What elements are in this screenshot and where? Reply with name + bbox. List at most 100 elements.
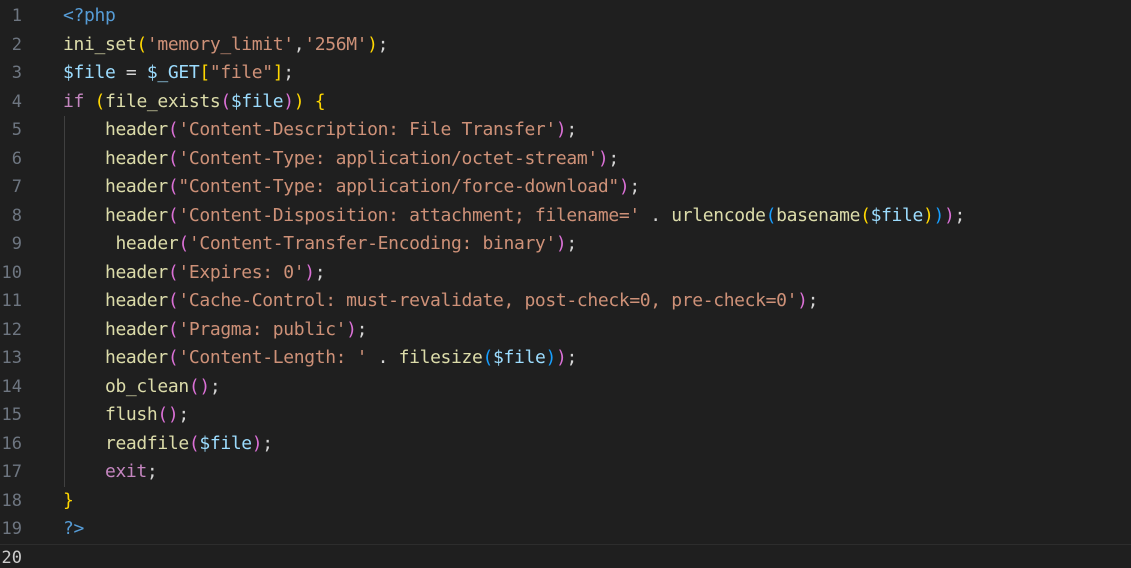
code-token: ) xyxy=(597,147,609,169)
code-token: ) xyxy=(618,176,630,197)
code-token: ; xyxy=(608,147,619,169)
code-token: header xyxy=(104,290,168,311)
code-token: '256M' xyxy=(304,33,368,55)
code-token: ; xyxy=(807,290,819,311)
code-token: ; xyxy=(314,261,326,283)
line-number: 2 xyxy=(11,34,22,55)
code-text: ?> xyxy=(63,515,84,544)
code-token: exit xyxy=(104,461,147,482)
code-token: ( xyxy=(167,290,179,311)
code-token: 'Content-Description: File Transfer' xyxy=(178,119,556,140)
code-token: ) xyxy=(167,404,179,425)
code-line[interactable]: 20 xyxy=(0,544,1131,568)
code-token: header xyxy=(115,233,179,254)
code-token: $file xyxy=(870,204,924,226)
code-line[interactable]: 12 header('Pragma: public'); xyxy=(0,316,1131,345)
code-text: <?php xyxy=(63,2,116,31)
code-token: ini_set xyxy=(63,33,137,55)
code-text: ob_clean(); xyxy=(63,373,221,402)
code-token: <?php xyxy=(63,5,116,26)
code-token: ( xyxy=(860,204,871,226)
code-token: ) xyxy=(944,204,955,226)
code-line[interactable]: 4 if (file_exists($file)) { xyxy=(0,88,1131,117)
code-token: 'Content-Length: ' xyxy=(178,347,368,368)
code-token: 'Content-Transfer-Encoding: binary' xyxy=(188,233,556,254)
code-token: } xyxy=(63,489,74,511)
code-line[interactable]: 11 header('Cache-Control: must-revalidat… xyxy=(0,287,1131,316)
line-number: 4 xyxy=(11,91,22,112)
code-token: filesize xyxy=(398,347,483,368)
code-editor[interactable]: 1 <?php 2 ini_set('memory_limit','256M'); 3 $… xyxy=(0,0,1131,568)
code-line[interactable]: 14 ob_clean(); xyxy=(0,373,1131,402)
code-text: exit; xyxy=(63,458,158,487)
code-line[interactable]: 5 header('Content-Description: File Tran… xyxy=(0,116,1131,145)
code-token: header xyxy=(104,176,168,197)
code-text: header('Cache-Control: must-revalidate, … xyxy=(63,287,818,316)
code-token: $file xyxy=(199,432,252,454)
code-line[interactable]: 8 header('Content-Disposition: attachmen… xyxy=(0,202,1131,231)
code-line[interactable]: 6 header('Content-Type: application/octe… xyxy=(0,145,1131,174)
code-text: header('Content-Type: application/octet-… xyxy=(63,145,619,174)
code-token: header xyxy=(104,347,168,368)
line-number: 19 xyxy=(1,519,22,539)
code-token: ) xyxy=(199,375,210,397)
code-token: ; xyxy=(566,347,577,368)
code-line[interactable]: 19 ?> xyxy=(0,515,1131,544)
code-token: "file" xyxy=(209,62,273,83)
line-number: 3 xyxy=(11,63,22,83)
code-token: ) xyxy=(367,33,378,55)
code-line[interactable]: 7 header("Content-Type: application/forc… xyxy=(0,173,1131,202)
code-text: $file = $_GET["file"]; xyxy=(63,59,294,88)
code-token: 'Pragma: public' xyxy=(178,318,347,340)
code-text: } xyxy=(63,487,74,516)
code-token: header xyxy=(104,119,168,140)
code-token: header xyxy=(104,204,168,226)
code-token: ( xyxy=(167,347,179,368)
code-line[interactable]: 15 flush(); xyxy=(0,401,1131,430)
line-number: 14 xyxy=(1,376,22,397)
code-token: ) xyxy=(797,290,808,311)
code-token: ) xyxy=(251,432,263,454)
code-token: ] xyxy=(272,62,284,83)
code-line[interactable]: 2 ini_set('memory_limit','256M'); xyxy=(0,31,1131,60)
code-line[interactable]: 10 header('Expires: 0'); xyxy=(0,259,1131,288)
code-text: header("Content-Type: application/force-… xyxy=(63,173,640,202)
code-token: ( xyxy=(188,432,200,454)
code-line[interactable]: 3 $file = $_GET["file"]; xyxy=(0,59,1131,88)
code-token: ) xyxy=(555,347,567,368)
line-number: 6 xyxy=(11,148,22,169)
code-token: ( xyxy=(167,318,179,340)
code-line[interactable]: 9 header('Content-Transfer-Encoding: bin… xyxy=(0,230,1131,259)
code-text: header('Content-Disposition: attachment;… xyxy=(63,202,965,231)
code-line[interactable]: 13 header('Content-Length: ' . filesize(… xyxy=(0,344,1131,373)
line-number: 13 xyxy=(1,348,22,368)
line-number: 11 xyxy=(1,291,22,311)
code-line[interactable]: 17 exit; xyxy=(0,458,1131,487)
code-text: if (file_exists($file)) { xyxy=(63,88,326,117)
code-text: ini_set('memory_limit','256M'); xyxy=(63,31,389,60)
line-number: 8 xyxy=(11,205,22,226)
code-token: ) xyxy=(555,233,567,254)
code-token: ) xyxy=(304,261,315,283)
code-line[interactable]: 16 readfile($file); xyxy=(0,430,1131,459)
code-line[interactable]: 18} xyxy=(0,487,1131,516)
code-text: header('Content-Length: ' . filesize($fi… xyxy=(63,344,577,373)
code-token: $file xyxy=(63,62,116,83)
code-token: ) xyxy=(283,90,294,112)
code-line[interactable]: 1 <?php xyxy=(0,2,1131,31)
code-text: readfile($file); xyxy=(63,430,273,459)
line-number: 7 xyxy=(11,177,22,197)
code-token: ; xyxy=(954,204,966,226)
code-token: header xyxy=(104,261,168,283)
code-token: "Content-Type: application/force-downloa… xyxy=(178,176,619,197)
